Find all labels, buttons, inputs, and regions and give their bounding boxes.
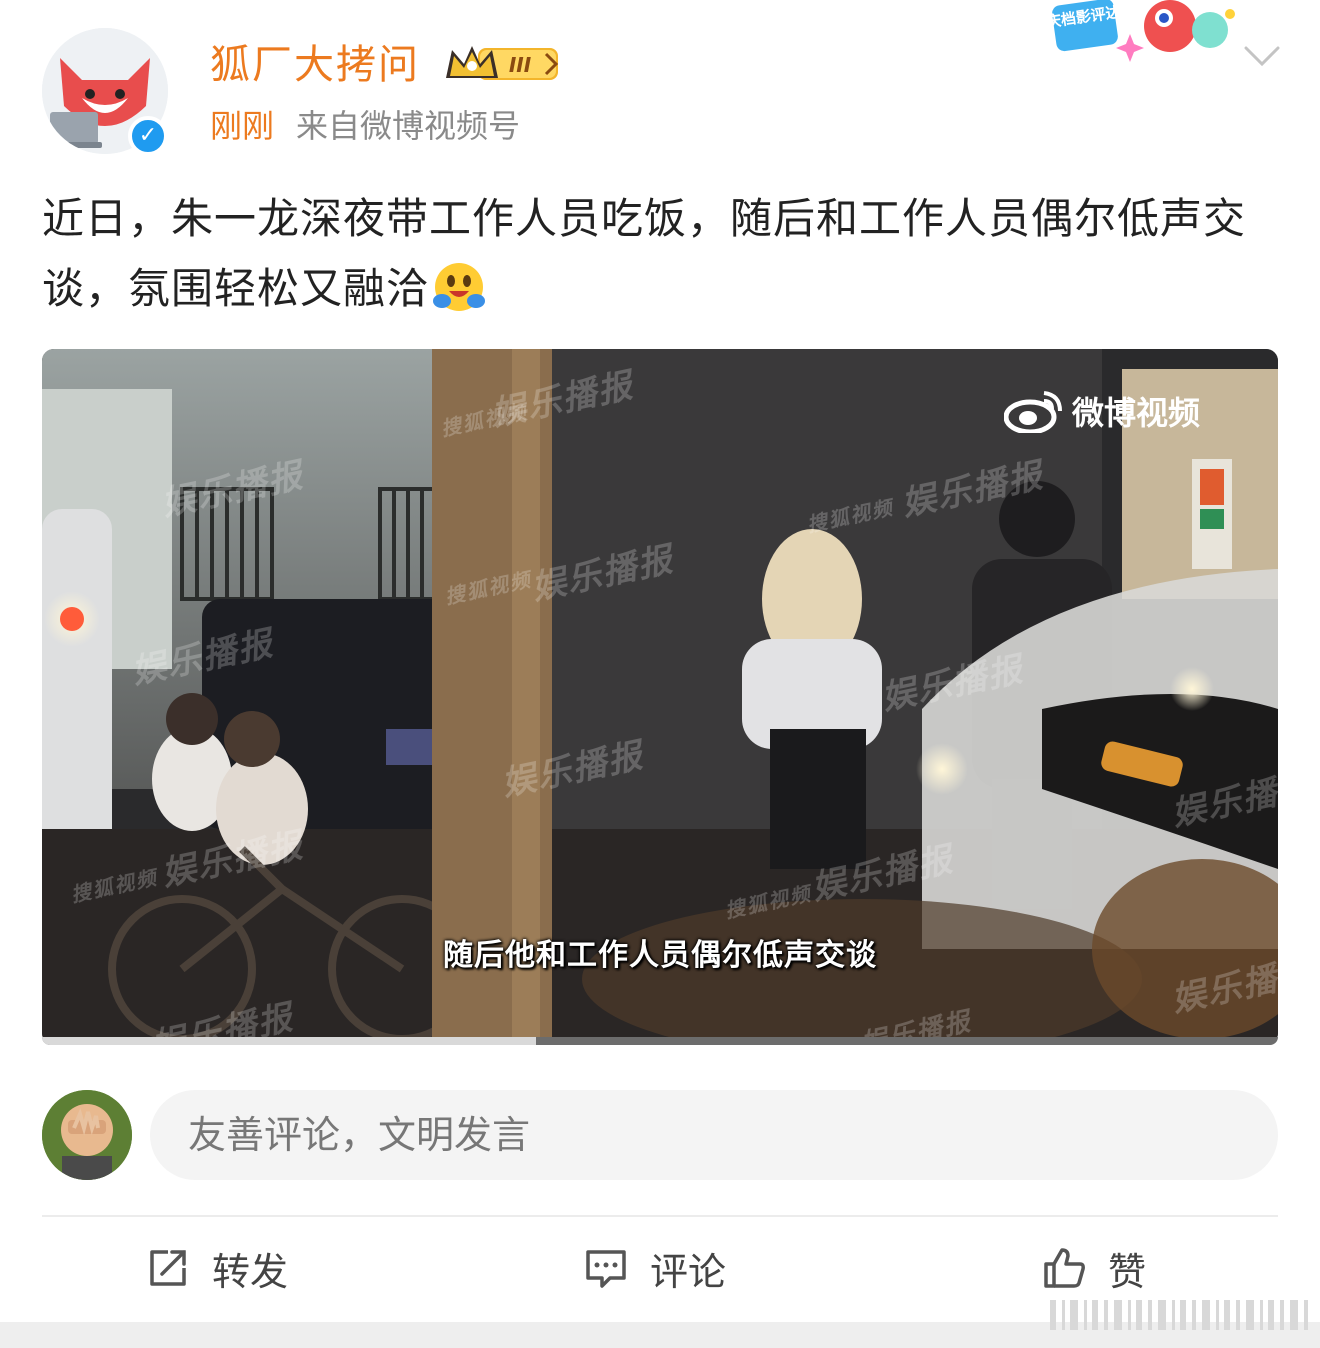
barcode-decoration xyxy=(1050,1300,1308,1330)
repost-button[interactable]: 转发 xyxy=(146,1240,288,1296)
post-source[interactable]: 来自微博视频号 xyxy=(296,107,520,145)
weibo-video-logo-text: 微博视频 xyxy=(1072,394,1201,432)
post-text: 近日，朱一龙深夜带工作人员吃饭，随后和工作人员偶尔低声交谈，氛围轻松又融洽 xyxy=(42,184,1278,324)
divider xyxy=(42,1215,1278,1217)
comment-button[interactable]: 评论 xyxy=(584,1240,726,1296)
video-subtitle: 随后他和工作人员偶尔低声交谈 xyxy=(443,938,877,973)
event-badge[interactable]: 国庆档影评达人 xyxy=(1030,0,1240,74)
post-body: 近日，朱一龙深夜带工作人员吃饭，随后和工作人员偶尔低声交谈，氛围轻松又融洽 xyxy=(42,194,1247,313)
video-progress-fill xyxy=(42,1037,537,1045)
crown-badge-icon[interactable]: III xyxy=(442,40,562,86)
level-text: III xyxy=(509,53,532,77)
repost-label: 转发 xyxy=(212,1249,289,1294)
verified-icon: ✓ xyxy=(128,116,168,156)
my-avatar[interactable] xyxy=(42,1090,132,1180)
weibo-logo-icon xyxy=(1004,391,1062,433)
thumbs-up-icon xyxy=(1044,1248,1085,1288)
like-label: 赞 xyxy=(1108,1249,1147,1294)
comment-icon xyxy=(586,1250,626,1288)
comment-label: 评论 xyxy=(650,1249,727,1294)
post-time: 刚刚 xyxy=(210,107,275,145)
repost-icon xyxy=(150,1250,186,1286)
author-name[interactable]: 狐厂大拷问 xyxy=(210,38,420,92)
like-button[interactable]: 赞 xyxy=(1042,1240,1146,1296)
hug-emoji-icon xyxy=(433,263,486,311)
comment-input[interactable] xyxy=(150,1090,1278,1180)
weibo-video-logo: 微博视频 xyxy=(1004,386,1200,436)
chevron-down-icon[interactable] xyxy=(1242,42,1282,70)
post-meta: 刚刚 来自微博视频号 xyxy=(210,104,520,148)
